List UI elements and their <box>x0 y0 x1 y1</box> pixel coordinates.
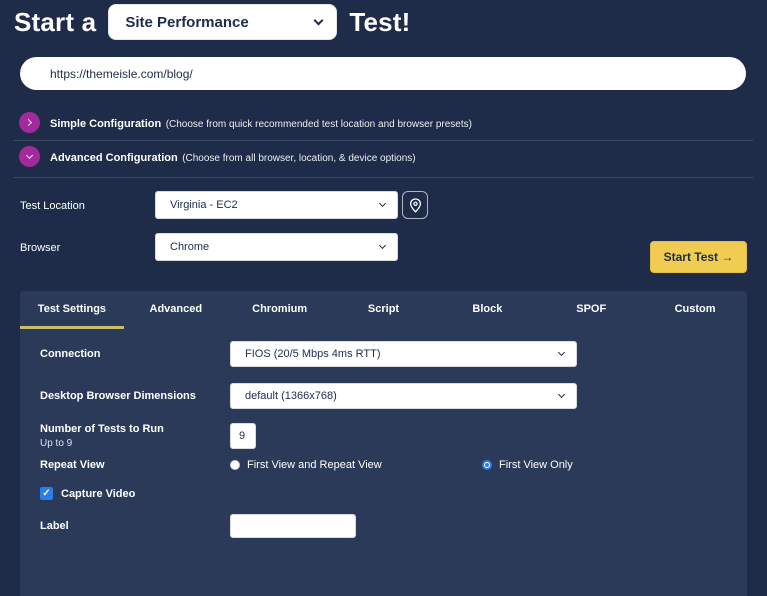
radio-unchecked-icon[interactable] <box>230 460 240 470</box>
test-location-label: Test Location <box>20 200 85 212</box>
start-test-button[interactable]: Start Test → <box>650 241 747 273</box>
chevron-down-icon <box>379 241 386 248</box>
runs-row: Number of Tests to Run Up to 9 <box>40 423 727 449</box>
label-field-label: Label <box>40 520 230 532</box>
connection-value: FIOS (20/5 Mbps 4ms RTT) <box>245 348 381 360</box>
dimensions-value: default (1366x768) <box>245 390 337 402</box>
test-settings-body: Connection FIOS (20/5 Mbps 4ms RTT) Desk… <box>20 329 747 538</box>
tab-advanced[interactable]: Advanced <box>124 291 228 329</box>
simple-configuration-toggle[interactable]: Simple Configuration (Choose from quick … <box>19 112 472 133</box>
chevron-down-icon <box>558 348 565 355</box>
chevron-down-icon <box>379 199 386 206</box>
simple-config-description: (Choose from quick recommended test loca… <box>166 119 472 130</box>
connection-label: Connection <box>40 348 230 360</box>
connection-row: Connection FIOS (20/5 Mbps 4ms RTT) <box>40 341 727 367</box>
tab-custom[interactable]: Custom <box>643 291 747 329</box>
test-settings-panel: Test Settings Advanced Chromium Script B… <box>20 291 747 596</box>
tab-script[interactable]: Script <box>332 291 436 329</box>
radio-first-and-repeat-view[interactable]: First View and Repeat View <box>230 459 482 471</box>
browser-value: Chrome <box>170 241 209 253</box>
runs-sublabel: Up to 9 <box>40 438 230 449</box>
repeat-view-label: Repeat View <box>40 459 230 471</box>
map-pin-icon <box>409 198 422 213</box>
dimensions-label: Desktop Browser Dimensions <box>40 390 230 402</box>
settings-tab-bar: Test Settings Advanced Chromium Script B… <box>20 291 747 329</box>
chevron-down-icon <box>314 15 324 25</box>
dimensions-select[interactable]: default (1366x768) <box>230 383 577 409</box>
location-map-pin-button[interactable] <box>402 191 428 219</box>
advanced-config-title: Advanced Configuration <box>50 152 178 164</box>
tab-spof[interactable]: SPOF <box>539 291 643 329</box>
test-location-value: Virginia - EC2 <box>170 199 238 211</box>
chevron-down-circle-icon[interactable] <box>19 146 40 167</box>
radio-checked-icon[interactable] <box>482 460 492 470</box>
runs-label: Number of Tests to Run <box>40 423 230 435</box>
browser-select[interactable]: Chrome <box>155 233 398 261</box>
test-type-select[interactable]: Site Performance <box>108 4 337 40</box>
advanced-config-description: (Choose from all browser, location, & de… <box>182 153 415 164</box>
divider <box>14 140 753 141</box>
label-input[interactable] <box>230 514 356 538</box>
advanced-configuration-toggle[interactable]: Advanced Configuration (Choose from all … <box>19 146 416 167</box>
page-title: Start a Site Performance Test! <box>14 4 411 40</box>
checkbox-checked-icon[interactable]: ✓ <box>40 487 53 500</box>
simple-config-title: Simple Configuration <box>50 118 161 130</box>
radio-option-label: First View and Repeat View <box>247 459 382 471</box>
browser-dimensions-row: Desktop Browser Dimensions default (1366… <box>40 383 727 409</box>
browser-label: Browser <box>20 242 60 254</box>
connection-select[interactable]: FIOS (20/5 Mbps 4ms RTT) <box>230 341 577 367</box>
capture-video-label: Capture Video <box>61 488 135 500</box>
title-suffix: Test! <box>349 7 410 38</box>
label-row: Label <box>40 514 727 538</box>
chevron-right-circle-icon[interactable] <box>19 112 40 133</box>
tab-block[interactable]: Block <box>435 291 539 329</box>
divider <box>14 177 753 178</box>
runs-input[interactable] <box>230 423 256 449</box>
test-type-value: Site Performance <box>125 14 248 31</box>
start-test-page: Start a Site Performance Test! Simple Co… <box>0 0 767 596</box>
radio-first-view-only[interactable]: First View Only <box>482 459 573 471</box>
chevron-down-icon <box>558 390 565 397</box>
tab-test-settings[interactable]: Test Settings <box>20 291 124 329</box>
radio-option-label: First View Only <box>499 459 573 471</box>
test-location-select[interactable]: Virginia - EC2 <box>155 191 398 219</box>
capture-video-row[interactable]: ✓ Capture Video <box>40 487 727 500</box>
repeat-view-row: Repeat View First View and Repeat View F… <box>40 459 727 471</box>
title-prefix: Start a <box>14 7 96 38</box>
url-input[interactable] <box>20 57 746 90</box>
tab-chromium[interactable]: Chromium <box>228 291 332 329</box>
